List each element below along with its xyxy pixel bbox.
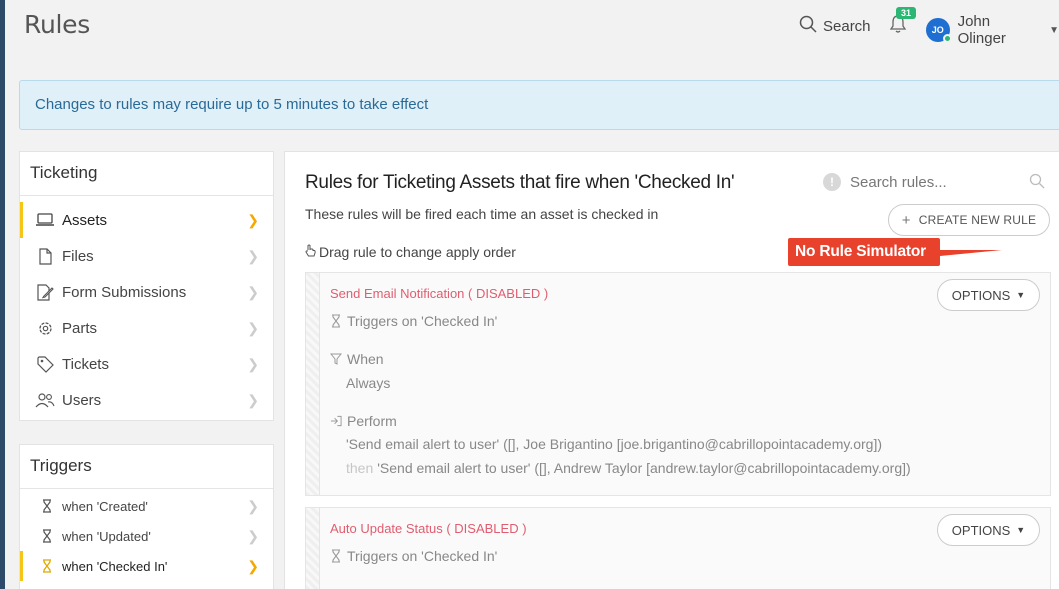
file-icon — [34, 247, 56, 265]
hourglass-icon — [330, 549, 342, 563]
sidebar-item-assets[interactable]: Assets ❯ — [20, 202, 273, 238]
drag-hint-text: Drag rule to change apply order — [319, 244, 516, 260]
sidebar-item-parts[interactable]: Parts ❯ — [20, 310, 273, 346]
rule-action: 'Send email alert to user' ([], Joe Brig… — [346, 436, 883, 452]
chevron-right-icon: ❯ — [247, 498, 259, 514]
chevron-right-icon: ❯ — [247, 528, 259, 544]
tag-icon — [34, 355, 56, 373]
online-status-dot — [942, 34, 952, 43]
hourglass-icon — [40, 499, 54, 513]
top-bar: Rules Search 31 JO John Olinger ▼ — [5, 0, 1059, 52]
user-name: John Olinger — [957, 13, 1006, 47]
options-label: OPTIONS — [951, 522, 1011, 538]
notification-count-badge: 31 — [896, 7, 917, 19]
gear-icon — [34, 320, 56, 337]
triggers-panel: Triggers when 'Created' ❯ when 'Updated'… — [19, 444, 274, 589]
rule-perform: Perform — [330, 413, 397, 429]
chevron-right-icon: ❯ — [247, 392, 259, 408]
chevron-right-icon: ❯ — [247, 320, 259, 336]
rule-card[interactable]: Send Email Notification ( DISABLED ) OPT… — [305, 272, 1051, 496]
chevron-right-icon: ❯ — [247, 284, 259, 300]
sidebar-item-files[interactable]: Files ❯ — [20, 238, 273, 274]
chevron-down-icon: ▼ — [1049, 24, 1059, 36]
search-icon — [799, 15, 817, 37]
annotation-callout: No Rule Simulator — [788, 238, 1008, 273]
filter-icon — [330, 353, 342, 365]
users-icon — [34, 392, 56, 408]
info-notice: Changes to rules may require up to 5 min… — [19, 80, 1059, 130]
form-icon — [34, 283, 56, 301]
rule-when: When — [330, 351, 384, 367]
callout-text: No Rule Simulator — [795, 243, 926, 260]
rule-when-label: When — [347, 351, 384, 367]
search-rules-field[interactable]: ! Search rules... — [823, 168, 1045, 196]
trigger-item-updated[interactable]: when 'Updated' ❯ — [20, 521, 273, 551]
sidebar-item-users[interactable]: Users ❯ — [20, 382, 273, 418]
hand-pointer-icon — [305, 244, 316, 260]
then-label: then — [346, 460, 374, 476]
rules-main-panel: Rules for Ticketing Assets that fire whe… — [284, 151, 1059, 589]
rule-trigger-text: Triggers on 'Checked In' — [347, 548, 498, 564]
search-icon — [1029, 173, 1045, 193]
rule-title[interactable]: Auto Update Status ( DISABLED ) — [330, 521, 527, 536]
page-title: Rules — [24, 10, 90, 39]
create-rule-label: CREATE NEW RULE — [918, 213, 1037, 227]
info-icon: ! — [823, 173, 841, 191]
rule-trigger: Triggers on 'Checked In' — [330, 548, 497, 564]
sidebar-item-label: Parts — [62, 319, 98, 337]
ticketing-panel: Ticketing Assets ❯ Files ❯ Form Submissi… — [19, 151, 274, 421]
left-window-edge — [0, 0, 5, 589]
sidebar-item-label: Assets — [62, 211, 108, 229]
trigger-item-created[interactable]: when 'Created' ❯ — [20, 491, 273, 521]
trigger-label: when 'Created' — [62, 498, 148, 514]
sidebar-item-label: Files — [62, 247, 94, 265]
trigger-label: when 'Checked In' — [62, 558, 168, 574]
sidebar-item-label: Form Submissions — [62, 283, 187, 301]
triggers-heading: Triggers — [20, 445, 273, 489]
avatar-initials: JO — [931, 25, 944, 35]
create-new-rule-button[interactable]: + CREATE NEW RULE — [888, 204, 1050, 236]
chevron-right-icon: ❯ — [247, 248, 259, 264]
chevron-right-icon: ❯ — [247, 212, 259, 228]
rules-subtitle: These rules will be fired each time an a… — [305, 206, 659, 222]
user-menu[interactable]: JO John Olinger ▼ — [926, 13, 1059, 47]
drag-hint: Drag rule to change apply order — [305, 244, 516, 260]
plus-icon: + — [901, 211, 911, 229]
rule-trigger-text: Triggers on 'Checked In' — [347, 313, 498, 329]
chevron-right-icon: ❯ — [247, 558, 259, 574]
search-rules-placeholder: Search rules... — [850, 173, 947, 191]
bell-icon — [889, 15, 907, 38]
caret-down-icon: ▼ — [1016, 525, 1026, 535]
drag-handle[interactable] — [306, 508, 320, 589]
ticketing-heading: Ticketing — [20, 152, 273, 196]
hourglass-icon — [330, 314, 342, 328]
sidebar-item-label: Users — [62, 391, 102, 409]
rule-title[interactable]: Send Email Notification ( DISABLED ) — [330, 286, 548, 301]
avatar: JO — [926, 18, 952, 43]
search-label: Search — [823, 17, 871, 35]
chevron-right-icon: ❯ — [247, 356, 259, 372]
hourglass-icon — [40, 559, 54, 573]
laptop-icon — [34, 213, 56, 227]
global-search-button[interactable]: Search — [799, 15, 871, 37]
trigger-label: when 'Updated' — [62, 528, 151, 544]
rule-trigger: Triggers on 'Checked In' — [330, 313, 497, 329]
sidebar-item-form-submissions[interactable]: Form Submissions ❯ — [20, 274, 273, 310]
drag-handle[interactable] — [306, 273, 320, 495]
sign-in-icon — [330, 415, 342, 427]
rule-when-value: Always — [346, 375, 391, 391]
trigger-item-checked-in[interactable]: when 'Checked In' ❯ — [20, 551, 273, 581]
rule-perform-label: Perform — [347, 413, 397, 429]
sidebar-item-tickets[interactable]: Tickets ❯ — [20, 346, 273, 382]
rules-title: Rules for Ticketing Assets that fire whe… — [305, 172, 735, 193]
rule-options-button[interactable]: OPTIONS ▼ — [937, 279, 1040, 311]
sidebar-item-label: Tickets — [62, 355, 109, 373]
hourglass-icon — [40, 529, 54, 543]
caret-down-icon: ▼ — [1016, 290, 1026, 300]
rule-options-button[interactable]: OPTIONS ▼ — [937, 514, 1040, 546]
options-label: OPTIONS — [951, 287, 1011, 303]
rule-action-then: then 'Send email alert to user' ([], Andr… — [346, 460, 911, 476]
rule-action-text: 'Send email alert to user' ([], Andrew T… — [377, 460, 911, 476]
rule-card[interactable]: Auto Update Status ( DISABLED ) OPTIONS … — [305, 507, 1051, 589]
